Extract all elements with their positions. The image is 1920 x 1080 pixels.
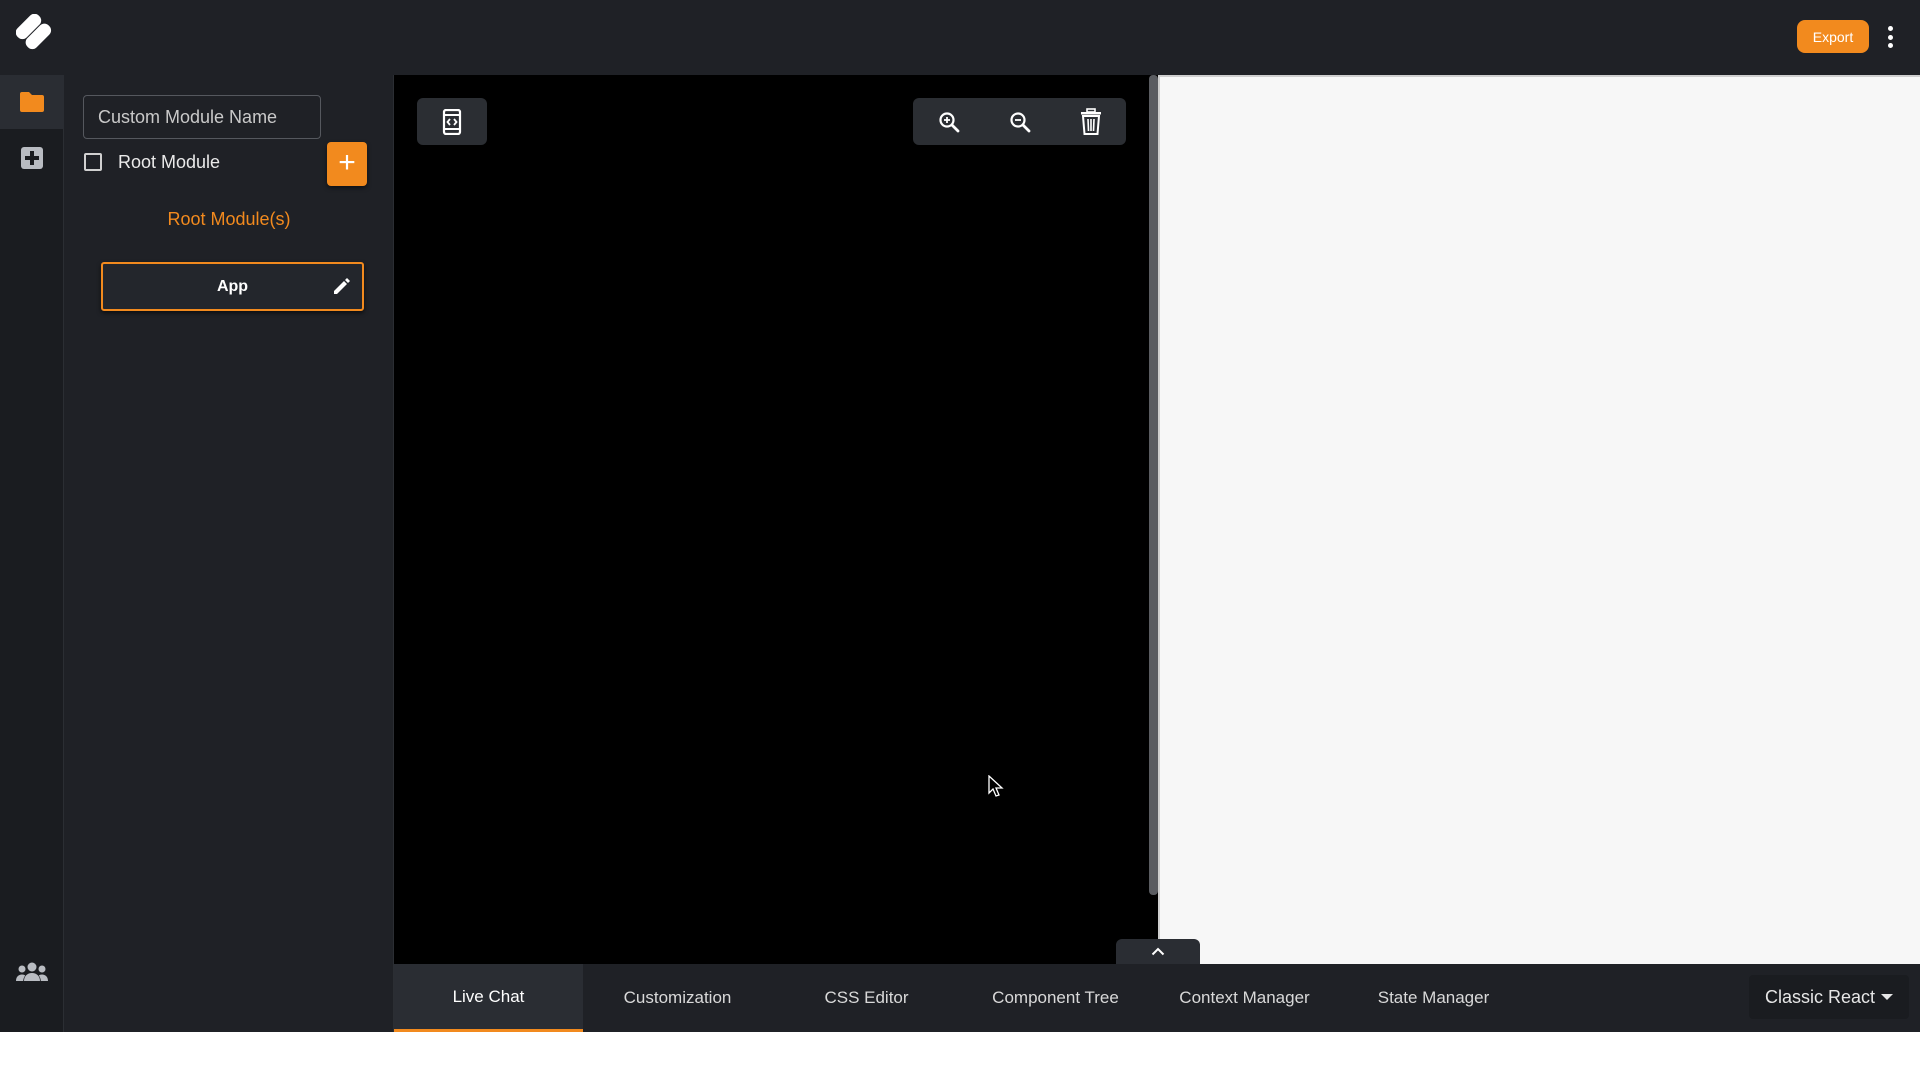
add-module-button[interactable]: + (327, 142, 367, 186)
canvas-scrollbar[interactable] (1149, 75, 1158, 895)
module-card-app[interactable]: App (101, 262, 364, 311)
export-button[interactable]: Export (1797, 20, 1869, 53)
root-module-label: Root Module (118, 152, 221, 172)
bottom-panel-tabs: Live Chat Customization CSS Editor Compo… (394, 964, 1920, 1032)
people-icon (16, 962, 48, 981)
tab-customization[interactable]: Customization (583, 964, 772, 1032)
zoom-out-button[interactable] (1000, 102, 1040, 142)
framework-select-value: Classic React (1765, 986, 1876, 1007)
module-name-input[interactable] (83, 95, 321, 139)
top-bar: Export (0, 0, 1920, 75)
add-box-icon (21, 147, 43, 169)
caret-down-icon (1881, 994, 1893, 1000)
sidebar-rail (0, 75, 64, 1032)
tab-live-chat[interactable]: Live Chat (394, 964, 583, 1032)
sidebar-item-collaborators[interactable] (0, 945, 64, 999)
trash-icon (1080, 107, 1101, 135)
zoom-in-icon (938, 111, 959, 132)
app-logo-icon[interactable] (16, 14, 60, 58)
plus-icon: + (338, 146, 356, 179)
sidebar-item-modules[interactable] (0, 75, 64, 129)
zoom-out-icon (1009, 111, 1030, 132)
tab-css-editor[interactable]: CSS Editor (772, 964, 961, 1032)
root-module-checkbox[interactable] (84, 153, 102, 171)
bottom-panel-toggle[interactable] (1116, 939, 1200, 964)
tab-component-tree[interactable]: Component Tree (961, 964, 1150, 1032)
zoom-in-button[interactable] (929, 102, 969, 142)
framework-select[interactable]: Classic React (1749, 975, 1909, 1019)
mouse-cursor-icon (988, 775, 1004, 797)
sidebar-item-add[interactable] (0, 131, 64, 185)
tab-state-manager[interactable]: State Manager (1339, 964, 1528, 1032)
canvas-left-toolbar (417, 98, 487, 145)
code-view-icon (442, 108, 462, 135)
component-canvas[interactable] (394, 75, 1158, 964)
chevron-up-icon (1151, 947, 1165, 956)
folder-icon (20, 92, 44, 112)
canvas-right-toolbar (913, 98, 1126, 145)
delete-button[interactable] (1071, 102, 1111, 142)
root-modules-heading: Root Module(s) (167, 209, 291, 229)
module-panel: Root Module + Root Module(s) App (64, 75, 394, 1032)
code-view-button[interactable] (432, 102, 472, 142)
more-vertical-icon[interactable] (1882, 22, 1898, 52)
app-preview[interactable] (1158, 75, 1920, 964)
pencil-icon[interactable] (331, 275, 353, 297)
tab-context-manager[interactable]: Context Manager (1150, 964, 1339, 1032)
module-card-label: App (216, 278, 249, 295)
